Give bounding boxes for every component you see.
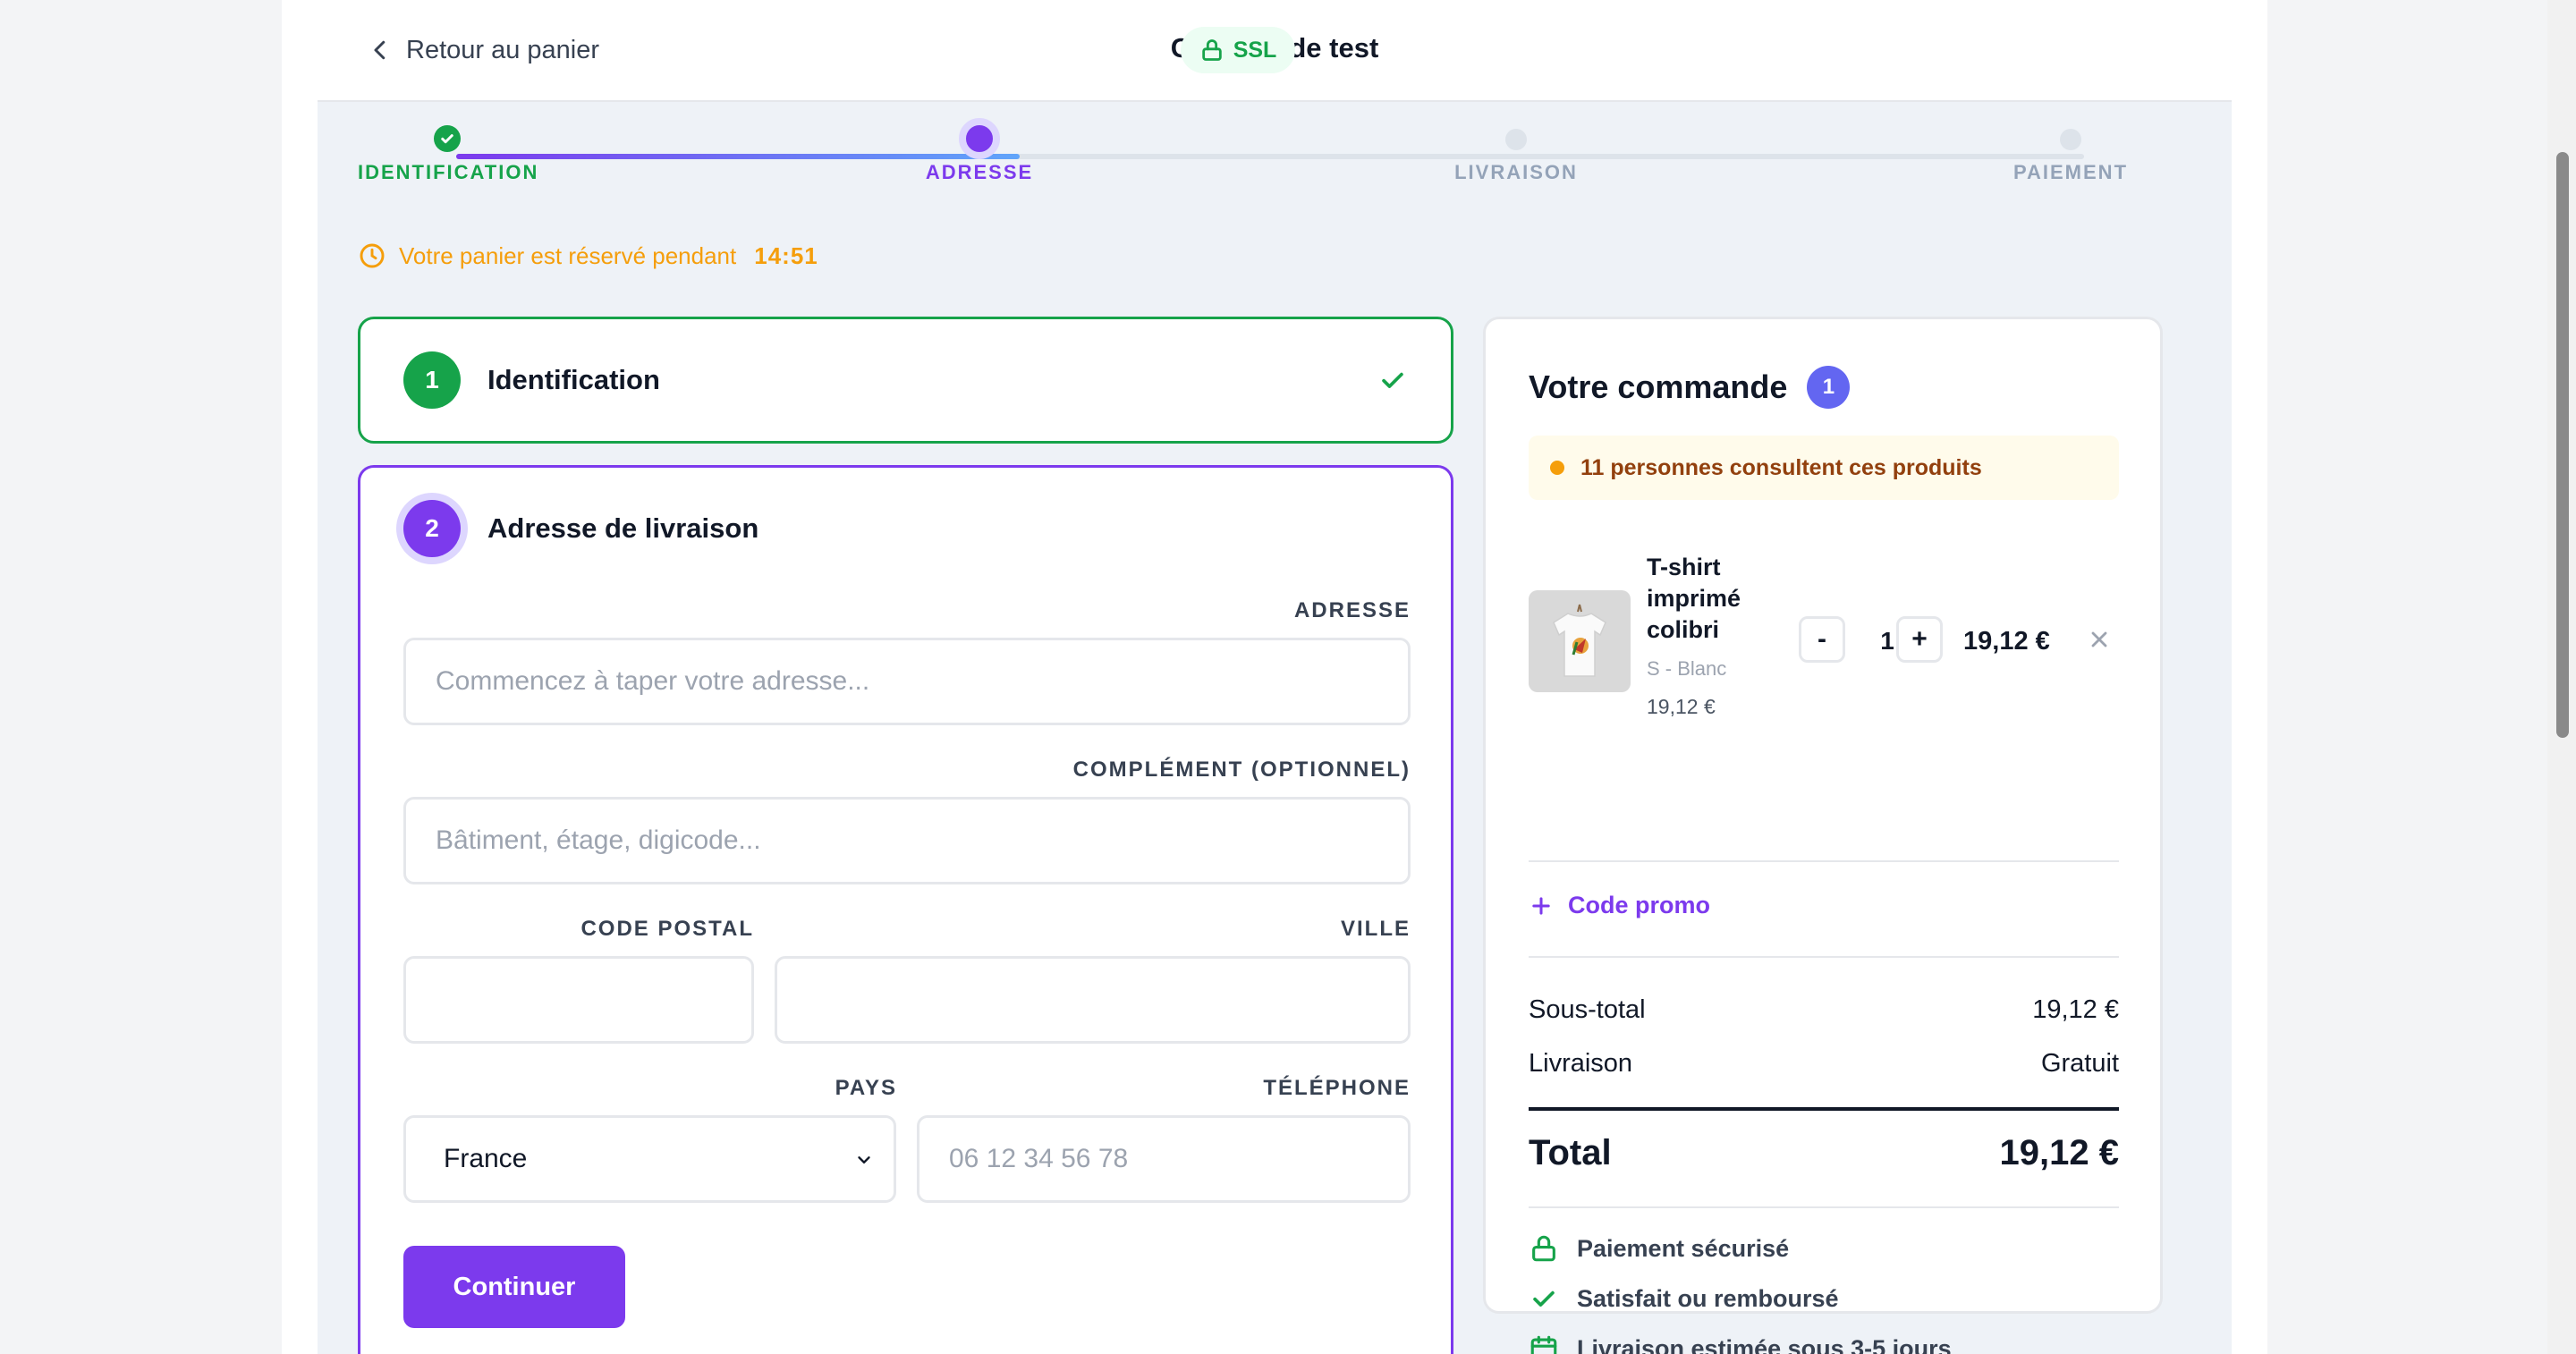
step-pending-dot — [1505, 129, 1527, 150]
subtotal-row: Sous-total 19,12 € — [1529, 995, 2119, 1025]
phone-input[interactable]: 06 12 34 56 78 — [917, 1115, 1411, 1203]
address-label: ADRESSE — [1293, 598, 1411, 622]
step-done-dot — [434, 125, 461, 152]
order-summary-header: Votre commande 1 — [1529, 366, 1851, 409]
identification-section[interactable]: 1 Identification — [358, 317, 1453, 444]
total-row: Total 19,12 € — [1529, 1133, 2119, 1173]
section-title: Adresse de livraison — [487, 512, 759, 544]
ssl-badge: SSL — [1181, 27, 1295, 73]
total-value: 19,12 € — [1999, 1133, 2119, 1172]
subtotal-value: 19,12 € — [2032, 995, 2119, 1024]
postal-code-label: CODE POSTAL — [580, 917, 754, 941]
alert-text: 11 personnes consultent ces produits — [1580, 454, 1982, 480]
postal-code-input[interactable] — [403, 956, 754, 1044]
product-name: T-shirt imprimé colibri — [1647, 554, 1741, 643]
step-label: PAIEMENT — [2012, 161, 2129, 183]
product-unit-price: 19,12 € — [1647, 695, 1716, 718]
country-label: PAYS — [835, 1076, 897, 1100]
divider — [1529, 860, 2119, 862]
social-proof-alert: 11 personnes consultent ces produits — [1529, 436, 2119, 500]
header: Retour au panier Commande test SSL — [282, 0, 2267, 100]
step-paiement: PAIEMENT — [1981, 125, 2160, 184]
item-count-badge: 1 — [1807, 366, 1851, 409]
line-total: 19,12 € — [1963, 627, 2050, 656]
address-input[interactable]: Commencez à taper votre adresse... — [403, 638, 1411, 725]
check-icon — [441, 134, 453, 144]
lock-icon — [1201, 39, 1222, 61]
section-number: 2 — [403, 500, 461, 557]
alert-dot-icon — [1550, 461, 1564, 475]
trust-text: Paiement sécurisé — [1577, 1234, 1790, 1262]
trust-text: Satisfait ou remboursé — [1577, 1284, 1839, 1312]
ssl-label: SSL — [1233, 37, 1277, 63]
step-adresse: ADRESSE — [908, 118, 1051, 184]
checkout-body: IDENTIFICATION ADRESSE LIVRAISON PAIEMEN… — [318, 100, 2232, 1354]
complement-input[interactable]: Bâtiment, étage, digicode... — [403, 797, 1411, 884]
cart-reservation-timer: Votre panier est réservé pendant 14:51 — [358, 241, 818, 270]
step-pending-dot — [2060, 129, 2081, 150]
step-livraison: LIVRAISON — [1427, 125, 1606, 184]
shipping-row: Livraison Gratuit — [1529, 1049, 2119, 1079]
section-header: 2 Adresse de livraison — [403, 500, 758, 557]
promo-code-label: Code promo — [1568, 892, 1710, 918]
city-input[interactable] — [775, 956, 1411, 1044]
chevron-down-icon — [858, 1156, 870, 1164]
country-value: France — [444, 1144, 528, 1173]
checkout-page: Retour au panier Commande test SSL IDENT… — [282, 0, 2267, 1354]
trust-money-back: Satisfait ou remboursé — [1529, 1283, 1839, 1314]
timer-value: 14:51 — [754, 241, 818, 269]
divider — [1529, 1206, 2119, 1208]
order-summary-title: Votre commande — [1529, 368, 1788, 405]
plus-icon — [1532, 896, 1550, 915]
promo-code-toggle[interactable]: Code promo — [1529, 892, 1710, 919]
complement-label: COMPLÉMENT (OPTIONNEL) — [1072, 757, 1411, 782]
address-section: 2 Adresse de livraison ADRESSE Commencez… — [358, 465, 1453, 1354]
shipping-value: Gratuit — [2040, 1049, 2119, 1078]
decrease-quantity-button[interactable]: - — [1799, 616, 1845, 663]
total-divider — [1529, 1107, 2119, 1111]
total-label: Total — [1529, 1133, 1612, 1172]
close-icon[interactable] — [2087, 627, 2112, 652]
cart-item: T-shirt imprimé colibri S - Blanc 19,12 … — [1529, 552, 2119, 722]
tshirt-image — [1553, 604, 1606, 677]
clock-icon — [360, 243, 385, 268]
lock-icon — [1532, 1235, 1555, 1262]
step-current-dot — [959, 118, 1000, 159]
trust-text: Livraison estimée sous 3-5 jours — [1577, 1334, 1952, 1354]
step-label: LIVRAISON — [1454, 161, 1578, 183]
increase-quantity-button[interactable]: + — [1896, 616, 1943, 663]
shipping-label: Livraison — [1529, 1049, 1633, 1078]
product-variant: S - Blanc — [1647, 657, 1727, 680]
step-label: IDENTIFICATION — [358, 161, 539, 183]
country-select[interactable]: France — [403, 1115, 896, 1203]
scrollbar-thumb[interactable] — [2556, 152, 2569, 738]
check-icon — [1382, 372, 1403, 388]
trust-secure-payment: Paiement sécurisé — [1529, 1233, 1789, 1264]
order-summary: Votre commande 1 11 personnes consultent… — [1483, 317, 2163, 1354]
phone-label: TÉLÉPHONE — [1263, 1076, 1411, 1100]
trust-delivery-estimate: Livraison estimée sous 3-5 jours — [1529, 1333, 1952, 1354]
check-icon — [1533, 1291, 1555, 1307]
page-scrollbar[interactable] — [2547, 0, 2576, 1354]
product-thumbnail — [1529, 590, 1631, 692]
timer-text: Votre panier est réservé pendant — [399, 241, 737, 269]
step-label: ADRESSE — [925, 161, 1034, 183]
continue-button[interactable]: Continuer — [403, 1246, 625, 1328]
step-identification[interactable]: IDENTIFICATION — [358, 125, 537, 184]
section-title: Identification — [487, 364, 660, 395]
section-number: 1 — [403, 351, 461, 409]
divider — [1529, 956, 2119, 958]
subtotal-label: Sous-total — [1529, 995, 1646, 1024]
calendar-icon — [1530, 1335, 1557, 1354]
city-label: VILLE — [1340, 917, 1411, 941]
